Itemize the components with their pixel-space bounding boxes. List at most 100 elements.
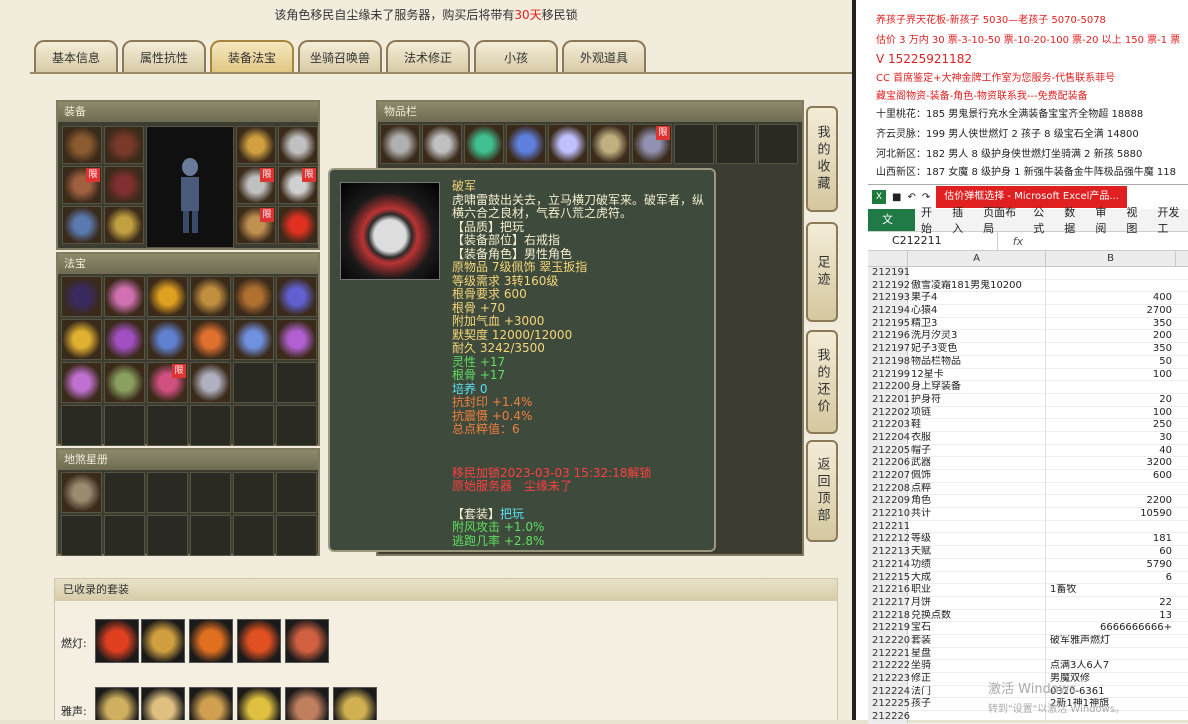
- fabao-slot[interactable]: [61, 405, 102, 446]
- cell-a[interactable]: [908, 520, 1046, 533]
- row-number[interactable]: 212211: [868, 520, 910, 533]
- cell-b[interactable]: 350: [1046, 318, 1176, 330]
- cell-b[interactable]: 50: [1046, 356, 1176, 368]
- row-number[interactable]: 212196: [868, 330, 910, 343]
- row-number[interactable]: 212198: [868, 355, 910, 368]
- row-number[interactable]: 212220: [868, 634, 910, 647]
- fabao-slot[interactable]: [147, 276, 188, 317]
- row-number[interactable]: 212226: [868, 711, 910, 723]
- equip-slot[interactable]: 限: [62, 166, 102, 204]
- fabao-slot[interactable]: [190, 276, 231, 317]
- cell-a[interactable]: 心猿4: [908, 305, 1046, 317]
- cell-b[interactable]: 60: [1046, 546, 1176, 558]
- cell-b[interactable]: 40: [1046, 445, 1176, 457]
- fabao-slot[interactable]: [190, 319, 231, 360]
- set-piece-icon[interactable]: [95, 687, 139, 720]
- cell-b[interactable]: 2200: [1046, 495, 1176, 507]
- inventory-slot[interactable]: [716, 124, 756, 164]
- cell-b[interactable]: 100: [1046, 407, 1176, 419]
- row-number[interactable]: 212217: [868, 596, 910, 609]
- equip-slot[interactable]: [236, 126, 276, 164]
- set-piece-icon[interactable]: [237, 619, 281, 663]
- fabao-slot[interactable]: [276, 276, 317, 317]
- cell-b[interactable]: 10590: [1046, 508, 1176, 520]
- equip-slot[interactable]: [104, 126, 144, 164]
- cell-b[interactable]: 破军雅声燃灯: [1046, 635, 1176, 647]
- row-number[interactable]: 212209: [868, 495, 910, 508]
- fabao-slot[interactable]: [233, 362, 274, 403]
- set-piece-icon[interactable]: [95, 619, 139, 663]
- cell-b[interactable]: 100: [1046, 369, 1176, 381]
- cell-b[interactable]: 30: [1046, 432, 1176, 444]
- tab-children[interactable]: 小孩: [474, 40, 558, 72]
- cell-b[interactable]: 1畜牧: [1046, 584, 1176, 596]
- column-a-header[interactable]: A: [908, 251, 1046, 266]
- cell-b[interactable]: [1046, 267, 1176, 279]
- cell-b[interactable]: 350: [1046, 343, 1176, 355]
- ribbon-file[interactable]: 文件: [868, 209, 916, 248]
- row-number[interactable]: 212210: [868, 508, 910, 520]
- tab-basic-info[interactable]: 基本信息: [34, 40, 118, 72]
- row-number[interactable]: 212203: [868, 419, 910, 431]
- column-b-header[interactable]: B: [1046, 251, 1176, 266]
- fabao-slot[interactable]: [61, 276, 102, 317]
- cell-a[interactable]: 月饼: [908, 596, 1046, 609]
- inventory-slot[interactable]: [758, 124, 798, 164]
- cell-a[interactable]: 天赋: [908, 546, 1046, 558]
- tab-equipment[interactable]: 装备法宝: [210, 40, 294, 72]
- disha-slot[interactable]: [147, 472, 188, 513]
- row-number[interactable]: 212193: [868, 292, 910, 305]
- inventory-slot[interactable]: [548, 124, 588, 164]
- redo-icon[interactable]: ↷: [922, 192, 930, 203]
- row-number[interactable]: 212216: [868, 584, 910, 596]
- save-icon[interactable]: ■: [892, 192, 901, 203]
- inventory-slot[interactable]: 限: [632, 124, 672, 164]
- cell-b[interactable]: [1046, 381, 1176, 393]
- cell-a[interactable]: 佩饰: [908, 470, 1046, 482]
- row-number[interactable]: 212214: [868, 558, 910, 571]
- cell-a[interactable]: 妃子3变色: [908, 343, 1046, 355]
- disha-slot[interactable]: [190, 515, 231, 556]
- fabao-slot[interactable]: [104, 276, 145, 317]
- cell-b[interactable]: 400: [1046, 292, 1176, 304]
- disha-slot[interactable]: [190, 472, 231, 513]
- disha-slot[interactable]: [104, 472, 145, 513]
- row-number[interactable]: 212223: [868, 673, 910, 685]
- cell-a[interactable]: 坐骑: [908, 660, 1046, 672]
- cell-b[interactable]: 3200: [1046, 457, 1176, 469]
- cell-b[interactable]: 20: [1046, 394, 1176, 406]
- row-number[interactable]: 212205: [868, 444, 910, 457]
- fabao-slot[interactable]: [233, 405, 274, 446]
- disha-slot[interactable]: [61, 515, 102, 556]
- cell-b[interactable]: [1046, 280, 1176, 292]
- row-number[interactable]: 212191: [868, 267, 910, 279]
- row-number[interactable]: 212199: [868, 368, 910, 381]
- ribbon-review[interactable]: 审阅: [1089, 204, 1120, 236]
- cell-a[interactable]: 功绩: [908, 558, 1046, 571]
- disha-slot[interactable]: [61, 472, 102, 513]
- cell-b[interactable]: [1046, 521, 1176, 533]
- cell-a[interactable]: 点粹: [908, 482, 1046, 495]
- row-number[interactable]: 212219: [868, 622, 910, 634]
- disha-slot[interactable]: [233, 472, 274, 513]
- my-counteroffer-button[interactable]: 我的还价: [806, 330, 838, 434]
- row-number[interactable]: 212213: [868, 546, 910, 558]
- set-piece-icon[interactable]: [285, 619, 329, 663]
- inventory-slot[interactable]: [674, 124, 714, 164]
- inventory-slot[interactable]: [506, 124, 546, 164]
- cell-a[interactable]: 角色: [908, 495, 1046, 508]
- row-number[interactable]: 212195: [868, 317, 910, 330]
- equip-slot[interactable]: [104, 206, 144, 244]
- inventory-slot[interactable]: [464, 124, 504, 164]
- set-piece-icon[interactable]: [237, 687, 281, 720]
- cell-a[interactable]: 等级: [908, 533, 1046, 546]
- cell-a[interactable]: 帽子: [908, 444, 1046, 457]
- cell-b[interactable]: 5790: [1046, 559, 1176, 571]
- set-piece-icon[interactable]: [285, 687, 329, 720]
- corner-cell[interactable]: [868, 251, 908, 266]
- equip-slot[interactable]: [278, 126, 318, 164]
- fabao-slot[interactable]: 限: [147, 362, 188, 403]
- equip-slot[interactable]: [278, 206, 318, 244]
- fabao-slot[interactable]: [233, 319, 274, 360]
- fx-icon[interactable]: fx: [998, 235, 1038, 248]
